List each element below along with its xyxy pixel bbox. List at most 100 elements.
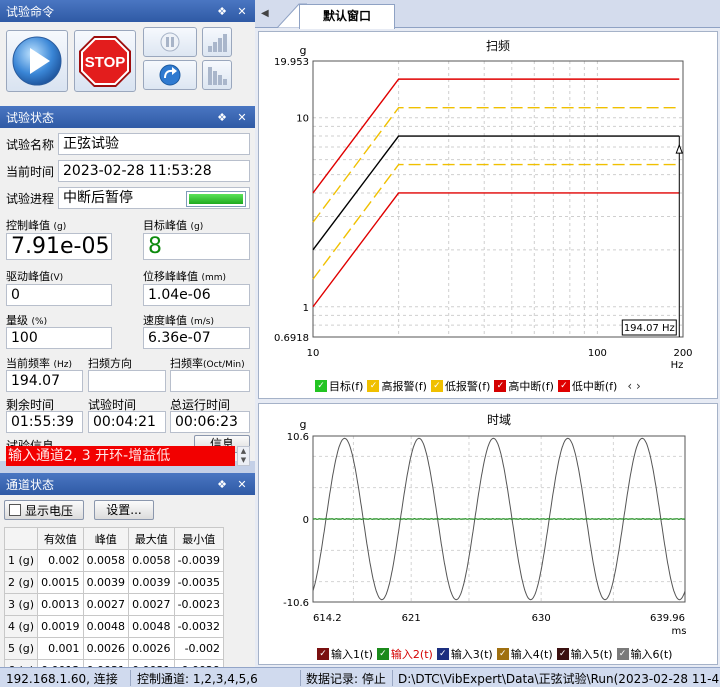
level-up-button[interactable] bbox=[202, 27, 232, 57]
sweep-cursor-label: 194.07 Hz bbox=[624, 323, 675, 334]
sweep-legend-item[interactable]: ✓ 高中断(f) bbox=[494, 378, 554, 394]
start-button[interactable] bbox=[6, 30, 68, 92]
vel-peak-label: 速度峰值 (m/s) bbox=[143, 312, 214, 328]
table-row[interactable]: 3 (g) 0.0013 0.0027 0.0027 -0.0023 bbox=[3, 593, 225, 616]
channel-cell: 0.0048 bbox=[82, 615, 130, 638]
table-row[interactable]: 4 (g) 0.0019 0.0048 0.0048 -0.0032 bbox=[3, 615, 225, 638]
channel-cell: 0.0048 bbox=[128, 615, 175, 638]
target-peak-label-text: 目标峰值 bbox=[143, 219, 187, 232]
cursor-arrow-icon bbox=[675, 143, 684, 154]
close-icon[interactable]: ✕ bbox=[235, 111, 249, 124]
current-time-label: 当前时间 bbox=[6, 165, 55, 179]
time-legend-item[interactable]: ✓ 输入3(t) bbox=[436, 646, 493, 662]
time-legend-label: 输入5(t) bbox=[570, 648, 613, 661]
time-legend-item[interactable]: ✓ 输入5(t) bbox=[556, 646, 613, 662]
time-chart: 时域 g ms 10.6 0 -10.6 614.2 621 630 639.96 bbox=[283, 413, 687, 637]
drive-peak-label-text: 驱动峰值 bbox=[6, 270, 50, 283]
pin-icon[interactable]: ❖ bbox=[215, 111, 229, 124]
show-voltage-toggle[interactable]: 显示电压 bbox=[4, 500, 84, 520]
progress-fill bbox=[189, 194, 243, 204]
vel-peak-unit: (m/s) bbox=[190, 317, 215, 327]
channel-cell: -0.0032 bbox=[173, 615, 225, 638]
level-unit: (%) bbox=[31, 317, 48, 327]
drive-peak-value: 0 bbox=[6, 284, 112, 306]
time-legend-label: 输入1(t) bbox=[331, 648, 373, 661]
close-icon[interactable]: ✕ bbox=[235, 5, 249, 18]
pin-icon[interactable]: ❖ bbox=[215, 478, 229, 491]
legend-nav-icon[interactable]: ‹ › bbox=[627, 379, 640, 393]
drive-peak-label: 驱动峰值(V) bbox=[6, 268, 63, 284]
sweep-legend-item[interactable]: ✓ 低中断(f) bbox=[557, 378, 617, 394]
sweep-rate-value bbox=[170, 370, 250, 392]
check-icon: ✓ bbox=[376, 648, 389, 660]
sweep-legend-item[interactable]: ✓ 低报警(f) bbox=[430, 378, 490, 394]
check-icon: ✓ bbox=[430, 380, 443, 392]
sweep-plot-frame bbox=[312, 60, 684, 338]
status-separator bbox=[300, 670, 301, 686]
table-row[interactable]: 1 (g) 0.002 0.0058 0.0058 -0.0039 bbox=[3, 549, 225, 572]
control-peak-label-text: 控制峰值 bbox=[6, 219, 50, 232]
redo-icon bbox=[159, 64, 181, 86]
settings-button[interactable]: 设置... bbox=[94, 500, 154, 520]
close-icon[interactable]: ✕ bbox=[235, 478, 249, 491]
channel-cell: -0.0035 bbox=[173, 571, 225, 594]
time-chart-title: 时域 bbox=[487, 413, 511, 427]
channel-cell: 0.0013 bbox=[37, 593, 84, 616]
connection-status: 192.168.1.60, 连接 bbox=[6, 672, 118, 686]
tab-default-window[interactable]: 默认窗口 bbox=[299, 4, 395, 29]
level-down-button[interactable] bbox=[202, 60, 232, 90]
time-legend-item[interactable]: ✓ 输入4(t) bbox=[496, 646, 553, 662]
channel-cell: 0.001 bbox=[37, 637, 84, 660]
time-series-input2 bbox=[313, 517, 686, 521]
sweep-series-low-warn bbox=[312, 163, 680, 280]
stop-label: STOP bbox=[85, 54, 126, 71]
channel-col-header: 最小值 bbox=[173, 527, 225, 550]
remain-time-value: 01:55:39 bbox=[6, 411, 83, 433]
channel-row-header: 5 (g) bbox=[3, 637, 39, 660]
channel-cell: 0.0015 bbox=[37, 571, 84, 594]
disp-peak-label-text: 位移峰峰值 bbox=[143, 270, 198, 283]
data-path-status: D:\DTC\VibExpert\Data\正弦试验\Run(2023-02-2… bbox=[398, 672, 720, 686]
time-legend-label: 输入6(t) bbox=[630, 648, 673, 661]
table-row[interactable]: 2 (g) 0.0015 0.0039 0.0039 -0.0035 bbox=[3, 571, 225, 594]
continue-button[interactable] bbox=[143, 60, 197, 90]
check-icon: ✓ bbox=[494, 380, 507, 392]
play-icon bbox=[12, 36, 62, 86]
disp-peak-label: 位移峰峰值 (mm) bbox=[143, 268, 226, 284]
time-chart-panel: 时域 g ms 10.6 0 -10.6 614.2 621 630 639.96 ✓ 输入1(t)… bbox=[258, 403, 718, 665]
message-scroll[interactable]: ▲ ▼ bbox=[237, 446, 250, 466]
sweep-legend-item[interactable]: ✓ 高报警(f) bbox=[367, 378, 427, 394]
drive-peak-unit: (V) bbox=[50, 273, 64, 283]
test-name-label: 试验名称 bbox=[6, 138, 55, 152]
table-row[interactable]: 5 (g) 0.001 0.0026 0.0026 -0.002 bbox=[3, 637, 225, 660]
test-name-value: 正弦试验 bbox=[58, 133, 250, 155]
time-legend-item[interactable]: ✓ 输入2(t) bbox=[376, 646, 433, 662]
time-legend-item[interactable]: ✓ 输入6(t) bbox=[616, 646, 673, 662]
pause-button[interactable] bbox=[143, 27, 197, 57]
stop-button[interactable]: STOP bbox=[74, 30, 136, 92]
cur-freq-unit: (Hz) bbox=[53, 360, 73, 370]
control-peak-unit: (g) bbox=[53, 222, 67, 232]
total-time-value: 00:06:23 bbox=[170, 411, 250, 433]
pin-icon[interactable]: ❖ bbox=[215, 5, 229, 18]
sweep-legend-label: 高报警(f) bbox=[381, 380, 427, 393]
tab-bar: ◀ 默认窗口 bbox=[255, 0, 720, 29]
cur-freq-label: 当前频率 (Hz) bbox=[6, 355, 72, 371]
time-x-axis-label: ms bbox=[672, 626, 687, 637]
channel-cell: 0.0026 bbox=[128, 637, 175, 660]
check-icon: ✓ bbox=[367, 380, 380, 392]
show-voltage-checkbox[interactable] bbox=[9, 504, 21, 516]
status-bar: 192.168.1.60, 连接 控制通道: 1,2,3,4,5,6 数据记录:… bbox=[0, 667, 720, 687]
status-panel-title: 试验状态 bbox=[6, 110, 55, 125]
channel-cell: 0.0019 bbox=[37, 615, 84, 638]
sweep-rate-label: 扫频率(Oct/Min) bbox=[170, 355, 245, 371]
time-legend-label: 输入2(t) bbox=[390, 648, 433, 661]
time-legend-item[interactable]: ✓ 输入1(t) bbox=[317, 646, 373, 662]
sweep-legend-item[interactable]: ✓ 目标(f) bbox=[315, 378, 363, 394]
sweep-x-tick-label: 100 bbox=[588, 348, 607, 359]
channel-row-header: 3 (g) bbox=[3, 593, 39, 616]
channel-col-header: 峰值 bbox=[82, 527, 130, 550]
channel-row-header: 1 (g) bbox=[3, 549, 39, 572]
status-separator bbox=[392, 670, 393, 686]
tab-scroll-left-icon[interactable]: ◀ bbox=[261, 8, 269, 19]
